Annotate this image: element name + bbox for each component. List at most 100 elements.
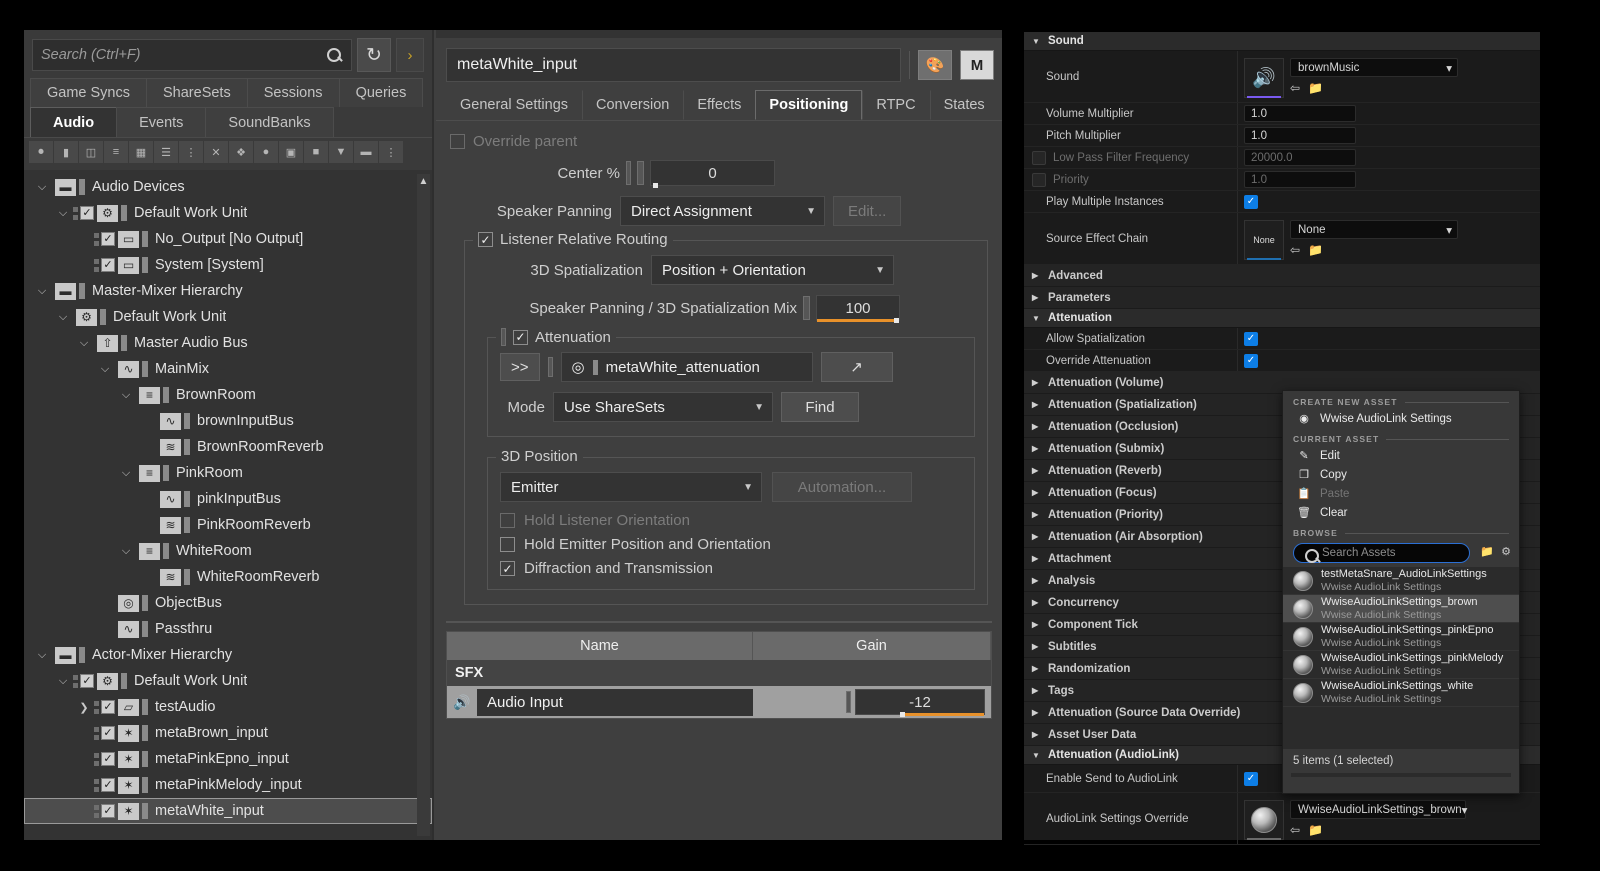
- tree-item-pinkinputbus[interactable]: ∿ pinkInputBus: [24, 486, 432, 512]
- tab-sessions[interactable]: Sessions: [246, 78, 340, 107]
- category-parameters[interactable]: ▶ Parameters: [1024, 287, 1540, 309]
- chevron-down-icon[interactable]: ⌵: [95, 363, 115, 376]
- tree-item-pinkroom[interactable]: ⌵ ≡ PinkRoom: [24, 460, 432, 486]
- hold-emitter-checkbox[interactable]: [500, 537, 515, 552]
- chevron-down-icon[interactable]: ⌵: [53, 675, 73, 688]
- gain-slider[interactable]: [846, 691, 851, 713]
- tab-conversion[interactable]: Conversion: [582, 90, 683, 120]
- category-attenuation[interactable]: ▼ Attenuation: [1024, 309, 1540, 328]
- project-tree[interactable]: ▲ ⌵ ▬ Audio Devices ⌵ ✓ ⚙ Default Work Unit ✓ ▭ N…: [24, 170, 432, 840]
- tree-item-brownroomreverb[interactable]: ≋ BrownRoomReverb: [24, 434, 432, 460]
- tree-item-checkbox[interactable]: ✓: [101, 258, 115, 272]
- color-palette-icon[interactable]: 🎨: [918, 50, 952, 80]
- tree-item-checkbox[interactable]: ✓: [101, 726, 115, 740]
- category-sound[interactable]: ▼ Sound: [1024, 32, 1540, 51]
- diffraction-checkbox[interactable]: ✓: [500, 561, 515, 576]
- picker-asset-row[interactable]: testMetaSnare_AudioLinkSettings Wwise Aud…: [1283, 567, 1519, 595]
- source-effect-chain-thumbnail[interactable]: None: [1244, 220, 1284, 260]
- sound-wave-thumbnail[interactable]: 🔊: [1244, 58, 1284, 98]
- audiolink-settings-combo[interactable]: WwiseAudioLinkSettings_brown ▾: [1290, 800, 1467, 819]
- tab-events[interactable]: Events: [116, 107, 207, 137]
- column-header-gain[interactable]: Gain: [753, 632, 991, 660]
- chevron-right-icon[interactable]: ❯: [74, 701, 94, 714]
- search-input-box[interactable]: [32, 39, 352, 71]
- bus-icon[interactable]: ▣: [279, 141, 303, 163]
- tree-item-default-work-unit[interactable]: ⌵ ⚙ Default Work Unit: [24, 304, 432, 330]
- chevron-down-icon[interactable]: ⌵: [116, 545, 136, 558]
- refresh-button[interactable]: ↻: [357, 38, 391, 72]
- tree-item-checkbox[interactable]: ✓: [101, 752, 115, 766]
- attenuation-shareset-field[interactable]: ◎ metaWhite_attenuation: [560, 352, 813, 382]
- list-icon[interactable]: ☰: [154, 141, 178, 163]
- center-percent-slider-left[interactable]: [626, 161, 631, 185]
- find-in-content-browser-icon[interactable]: 📁: [1308, 823, 1323, 837]
- volume-multiplier-input[interactable]: 1.0: [1244, 105, 1356, 122]
- tab-soundbanks[interactable]: SoundBanks: [205, 107, 334, 137]
- override-attenuation-checkbox[interactable]: ✓: [1244, 353, 1258, 368]
- tree-item-whiteroom[interactable]: ⌵ ≡ WhiteRoom: [24, 538, 432, 564]
- tree-item-passthru[interactable]: ∿ Passthru: [24, 616, 432, 642]
- tree-item-brownroom[interactable]: ⌵ ≡ BrownRoom: [24, 382, 432, 408]
- tree-item-default-work-unit[interactable]: ⌵ ✓ ⚙ Default Work Unit: [24, 668, 432, 694]
- tree-item-metawhite-input[interactable]: ✓ ✶ metaWhite_input: [24, 798, 432, 824]
- create-wwise-audiolink-settings-item[interactable]: ◉ Wwise AudioLink Settings: [1283, 409, 1519, 428]
- object-name-field[interactable]: metaWhite_input: [446, 48, 901, 82]
- tree-item-checkbox-group[interactable]: ✓: [94, 778, 115, 792]
- menu-item-clear[interactable]: 🗑 Clear: [1283, 503, 1519, 522]
- chevron-down-icon[interactable]: ⌵: [32, 649, 52, 662]
- more-icon[interactable]: ⋮: [379, 141, 403, 163]
- attenuation-mode-dropdown[interactable]: Use ShareSets ▼: [553, 392, 773, 422]
- sound-asset-combo[interactable]: brownMusic ▾: [1290, 58, 1458, 77]
- attenuation-checkbox[interactable]: ✓: [513, 329, 528, 345]
- rtpc-icon[interactable]: ⋮: [179, 141, 203, 163]
- tree-item-testaudio[interactable]: ❯ ✓ ▱ testAudio: [24, 694, 432, 720]
- tree-scrollbar[interactable]: ▲: [417, 174, 430, 836]
- play-multiple-instances-checkbox[interactable]: ✓: [1244, 194, 1258, 209]
- tree-item-checkbox-group[interactable]: ✓: [94, 258, 115, 272]
- tree-item-objectbus[interactable]: ◎ ObjectBus: [24, 590, 432, 616]
- audiolink-settings-thumbnail[interactable]: [1244, 800, 1284, 840]
- gain-value[interactable]: -12: [855, 689, 985, 717]
- browse-to-asset-icon[interactable]: ⇦: [1290, 823, 1300, 837]
- tree-item-metapinkepno-input[interactable]: ✓ ✶ metaPinkEpno_input: [24, 746, 432, 772]
- tab-rtpc[interactable]: RTPC: [862, 90, 929, 120]
- next-button[interactable]: ›: [396, 38, 424, 72]
- chevron-down-icon[interactable]: ⌵: [53, 311, 73, 324]
- settings-gear-icon[interactable]: ⚙: [1501, 545, 1511, 558]
- hold-listener-checkbox[interactable]: [500, 513, 515, 528]
- attenuation-icon[interactable]: ▼: [329, 141, 353, 163]
- source-effect-chain-combo[interactable]: None ▾: [1290, 220, 1458, 239]
- new-folder-icon[interactable]: ▮: [54, 141, 78, 163]
- chevron-down-icon[interactable]: ⌵: [116, 389, 136, 402]
- random-icon[interactable]: ✕: [204, 141, 228, 163]
- pitch-multiplier-input[interactable]: 1.0: [1244, 127, 1356, 144]
- menu-item-copy[interactable]: ❐ Copy: [1283, 465, 1519, 484]
- center-percent-value[interactable]: 0: [650, 160, 775, 188]
- open-folder-icon[interactable]: ◫: [79, 141, 103, 163]
- work-unit-icon[interactable]: ⏺: [29, 141, 53, 163]
- tree-item-metabrown-input[interactable]: ✓ ✶ metaBrown_input: [24, 720, 432, 746]
- panning-mix-slider[interactable]: [803, 296, 810, 320]
- menu-item-edit[interactable]: ✎ Edit: [1283, 446, 1519, 465]
- tree-item-checkbox-group[interactable]: ✓: [94, 804, 115, 818]
- tree-item-checkbox-group[interactable]: ✓: [94, 726, 115, 740]
- picker-asset-row[interactable]: WwiseAudioLinkSettings_brown Wwise AudioL…: [1283, 595, 1519, 623]
- position-3d-dropdown[interactable]: Emitter ▼: [500, 472, 762, 502]
- chevron-down-icon[interactable]: ⌵: [32, 181, 52, 194]
- mixer-icon[interactable]: ≡: [104, 141, 128, 163]
- tree-item-master-audio-bus[interactable]: ⌵ ⇧ Master Audio Bus: [24, 330, 432, 356]
- low-pass-filter-override-checkbox[interactable]: [1032, 150, 1046, 165]
- effect-icon[interactable]: ■: [304, 141, 328, 163]
- find-in-content-browser-icon[interactable]: 📁: [1308, 81, 1323, 95]
- enable-send-to-audiolink-checkbox[interactable]: ✓: [1244, 771, 1258, 786]
- mixer-button[interactable]: M: [960, 50, 994, 80]
- tree-item-default-work-unit[interactable]: ⌵ ✓ ⚙ Default Work Unit: [24, 200, 432, 226]
- contents-row-name[interactable]: Audio Input: [477, 688, 753, 716]
- tree-item-checkbox[interactable]: ✓: [80, 206, 94, 220]
- allow-spatialization-checkbox[interactable]: ✓: [1244, 331, 1258, 346]
- tree-item-whiteroomreverb[interactable]: ≋ WhiteRoomReverb: [24, 564, 432, 590]
- tree-item-checkbox[interactable]: ✓: [101, 700, 115, 714]
- browse-to-asset-icon[interactable]: ⇦: [1290, 243, 1300, 257]
- picker-asset-row[interactable]: WwiseAudioLinkSettings_pinkMelody Wwise A…: [1283, 651, 1519, 679]
- attenuation-find-button[interactable]: Find: [781, 392, 859, 422]
